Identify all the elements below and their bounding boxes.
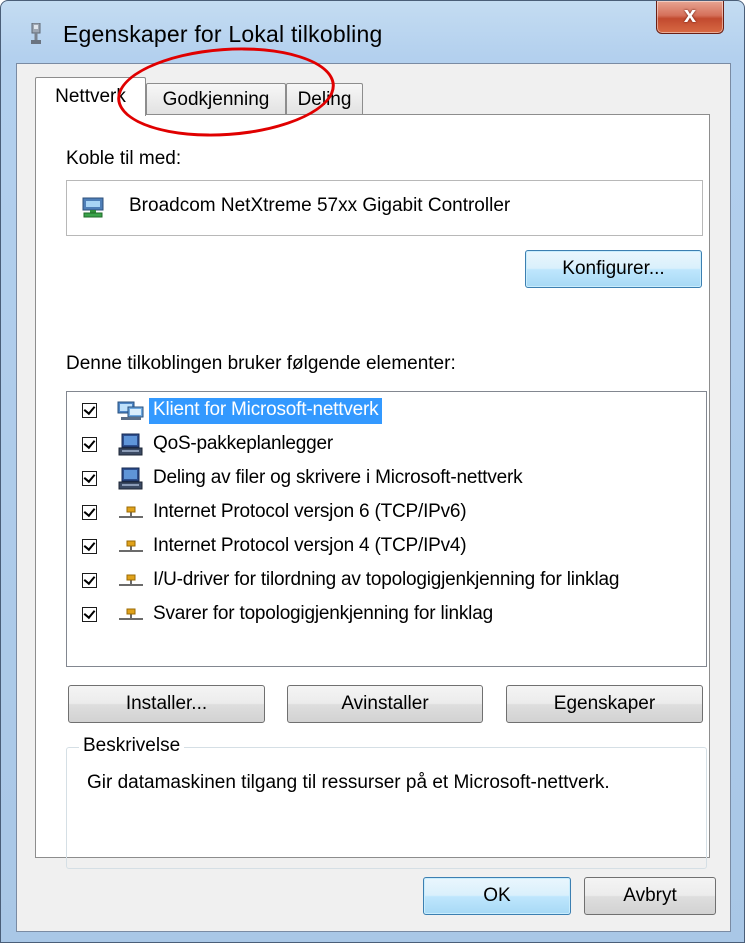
- tab-nettverk[interactable]: Nettverk: [35, 77, 146, 116]
- list-item[interactable]: Klient for Microsoft-nettverk: [67, 396, 687, 426]
- components-list[interactable]: Klient for Microsoft-nettverk QoS-pakkep…: [66, 391, 707, 667]
- list-item[interactable]: Deling av filer og skrivere i Microsoft-…: [67, 464, 687, 494]
- cancel-button[interactable]: Avbryt: [584, 877, 716, 915]
- list-item-label: Internet Protocol versjon 6 (TCP/IPv6): [153, 501, 467, 522]
- description-title: Beskrivelse: [79, 735, 185, 757]
- list-item[interactable]: Svarer for topologigjenkjenning for link…: [67, 600, 687, 630]
- checkbox[interactable]: [82, 471, 97, 486]
- close-icon: x: [683, 2, 697, 27]
- connect-with-label: Koble til med:: [66, 148, 182, 169]
- checkbox[interactable]: [82, 403, 97, 418]
- configure-button[interactable]: Konfigurer...: [525, 250, 702, 288]
- protocol-icon: [119, 608, 143, 620]
- tab-deling[interactable]: Deling: [286, 83, 363, 114]
- network-adapter-icon: [82, 197, 104, 218]
- list-item[interactable]: QoS-pakkeplanlegger: [67, 430, 687, 460]
- list-item[interactable]: I/U-driver for tilordning av topologigje…: [67, 566, 687, 596]
- checkbox[interactable]: [82, 539, 97, 554]
- dialog-client-area: Nettverk Godkjenning Deling Koble til me…: [16, 63, 731, 932]
- list-item-label: QoS-pakkeplanlegger: [153, 433, 333, 454]
- tab-page-nettverk: Koble til med: Broadcom NetXtreme 57xx G…: [35, 114, 710, 869]
- uninstall-button[interactable]: Avinstaller: [287, 685, 483, 723]
- list-item-label: Internet Protocol versjon 4 (TCP/IPv4): [153, 535, 467, 556]
- window-title: Egenskaper for Lokal tilkobling: [63, 21, 383, 47]
- network-client-icon: [117, 401, 144, 420]
- list-item-label: Deling av filer og skrivere i Microsoft-…: [153, 467, 523, 488]
- checkbox[interactable]: [82, 607, 97, 622]
- description-group: Beskrivelse Gir datamaskinen tilgang til…: [66, 735, 707, 869]
- components-label: Denne tilkoblingen bruker følgende eleme…: [66, 353, 456, 374]
- list-item[interactable]: Internet Protocol versjon 4 (TCP/IPv4): [67, 532, 687, 562]
- protocol-icon: [119, 540, 143, 552]
- protocol-icon: [119, 574, 143, 586]
- checkbox[interactable]: [82, 573, 97, 588]
- adapter-name: Broadcom NetXtreme 57xx Gigabit Controll…: [129, 195, 511, 216]
- service-icon: [118, 467, 143, 490]
- install-button[interactable]: Installer...: [68, 685, 265, 723]
- service-icon: [118, 433, 143, 456]
- list-item-label: Klient for Microsoft-nettverk: [149, 398, 383, 424]
- protocol-icon: [119, 506, 143, 518]
- ok-button[interactable]: OK: [423, 877, 571, 915]
- list-item-label: I/U-driver for tilordning av topologigje…: [153, 569, 620, 590]
- checkbox[interactable]: [82, 505, 97, 520]
- checkbox[interactable]: [82, 437, 97, 452]
- adapter-field: Broadcom NetXtreme 57xx Gigabit Controll…: [66, 180, 703, 236]
- properties-button[interactable]: Egenskaper: [506, 685, 703, 723]
- network-connection-icon: [31, 23, 41, 44]
- list-item-label: Svarer for topologigjenkjenning for link…: [153, 603, 493, 624]
- tab-godkjenning[interactable]: Godkjenning: [146, 83, 286, 114]
- title-bar[interactable]: Egenskaper for Lokal tilkobling x: [1, 1, 744, 63]
- list-item[interactable]: Internet Protocol versjon 6 (TCP/IPv6): [67, 498, 687, 528]
- properties-dialog: Egenskaper for Lokal tilkobling x Nettve…: [0, 0, 745, 943]
- close-button[interactable]: x: [656, 1, 724, 34]
- description-text: Gir datamaskinen tilgang til ressurser p…: [87, 772, 610, 793]
